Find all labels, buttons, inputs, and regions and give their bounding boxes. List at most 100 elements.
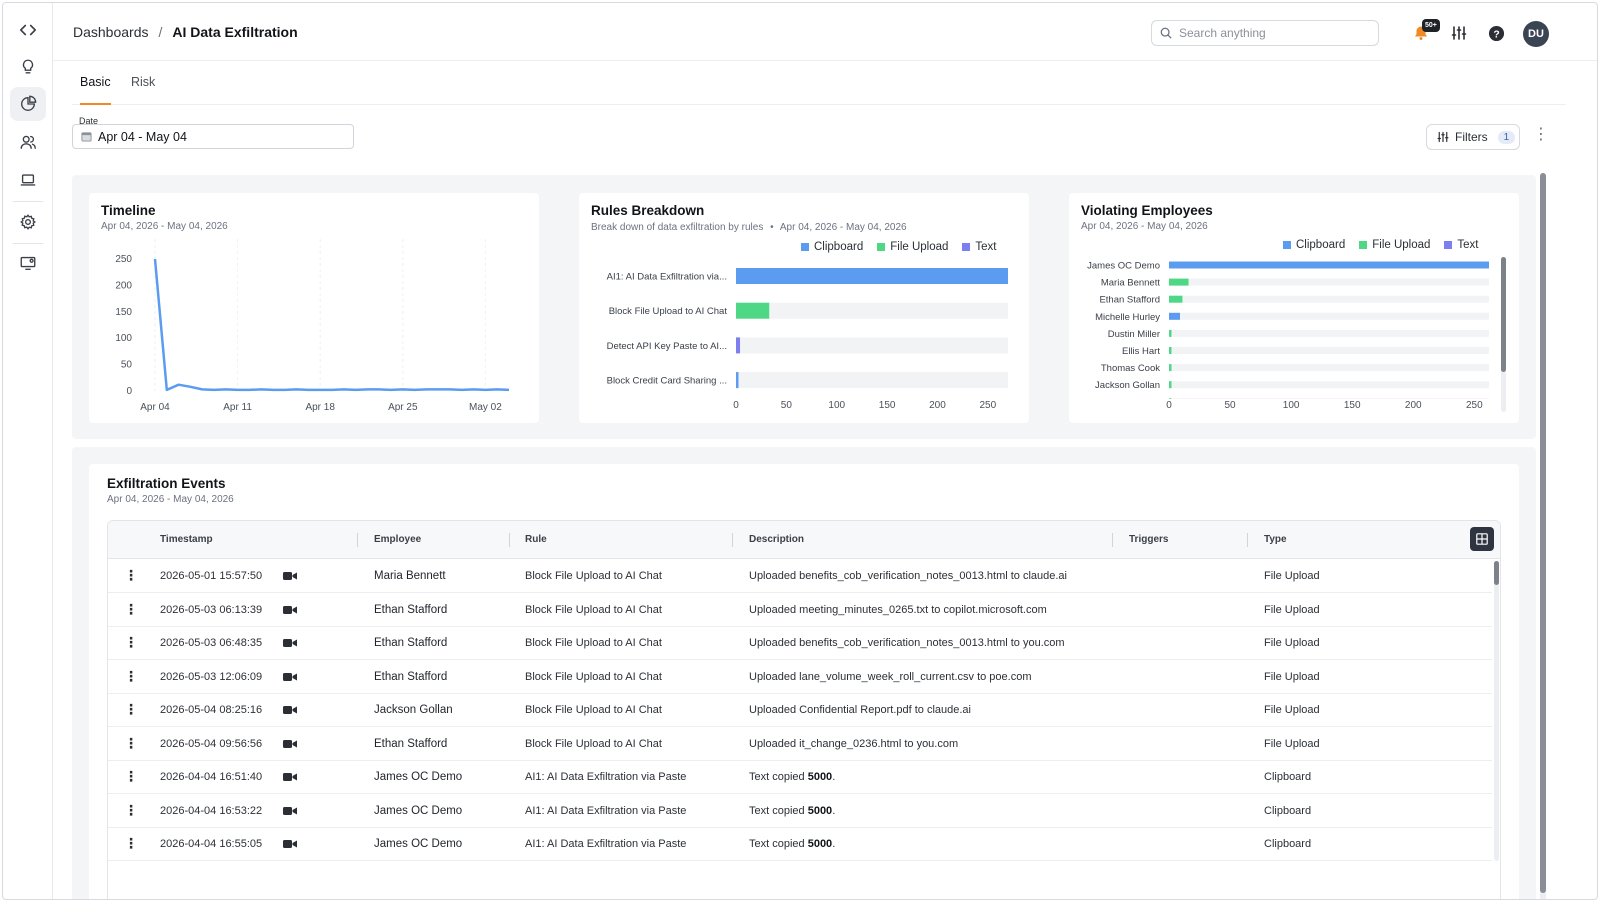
- row-actions-icon[interactable]: ⋮: [124, 702, 138, 716]
- row-actions-icon[interactable]: ⋮: [124, 635, 138, 649]
- bar-file-upload: [1169, 278, 1189, 286]
- user-avatar[interactable]: DU: [1523, 21, 1549, 47]
- tab-risk[interactable]: Risk: [131, 75, 155, 103]
- video-recording-icon[interactable]: [283, 605, 297, 615]
- column-header-description[interactable]: Description: [749, 534, 804, 545]
- table-row[interactable]: ⋮ 2026-05-03 12:06:09 Ethan Stafford Block …: [108, 661, 1492, 694]
- table-row[interactable]: ⋮ 2026-05-04 09:56:56 Ethan Stafford Block …: [108, 728, 1492, 761]
- row-actions-icon[interactable]: ⋮: [124, 568, 138, 582]
- table-row[interactable]: ⋮ 2026-04-04 16:53:22 James OC Demo AI1: AI…: [108, 795, 1492, 828]
- bar-clipboard: [1169, 312, 1180, 320]
- cell-employee[interactable]: James OC Demo: [374, 838, 462, 850]
- sidebar-item-devices[interactable]: [10, 163, 46, 197]
- breadcrumb-dashboards[interactable]: Dashboards: [73, 24, 149, 40]
- column-header-type[interactable]: Type: [1264, 534, 1287, 545]
- employees-scrollbar[interactable]: [1501, 257, 1506, 412]
- x-tick-label: 150: [1344, 400, 1361, 411]
- column-resize-handle[interactable]: [732, 533, 733, 547]
- sidebar-item-dashboards[interactable]: [10, 87, 46, 121]
- x-tick-label: 150: [879, 400, 896, 411]
- table-scrollbar-thumb[interactable]: [1494, 561, 1499, 585]
- cell-timestamp: 2026-05-03 06:48:35: [160, 637, 263, 649]
- events-title: Exfiltration Events: [107, 476, 226, 491]
- page-scrollbar-thumb[interactable]: [1540, 173, 1546, 893]
- cell-employee[interactable]: Ethan Stafford: [374, 671, 447, 683]
- video-recording-icon[interactable]: [283, 806, 297, 816]
- bar-file-upload: [1169, 364, 1172, 372]
- column-resize-handle[interactable]: [1112, 533, 1113, 547]
- date-range-picker[interactable]: Apr 04 - May 04: [72, 124, 354, 149]
- column-header-triggers[interactable]: Triggers: [1129, 534, 1168, 545]
- code-icon: [19, 24, 37, 36]
- help-button[interactable]: ?: [1486, 23, 1506, 43]
- table-row[interactable]: ⋮ 2026-05-03 06:13:39 Ethan Stafford Block …: [108, 594, 1492, 627]
- x-tick-label: 250: [980, 400, 997, 411]
- column-header-timestamp[interactable]: Timestamp: [160, 534, 213, 545]
- sidebar: [3, 3, 53, 899]
- row-actions-icon[interactable]: ⋮: [124, 803, 138, 817]
- column-header-rule[interactable]: Rule: [525, 534, 547, 545]
- video-recording-icon[interactable]: [283, 571, 297, 581]
- more-options-icon[interactable]: ⋮: [1533, 127, 1549, 143]
- search-box[interactable]: [1151, 20, 1379, 46]
- sidebar-item-code[interactable]: [10, 13, 46, 47]
- row-actions-icon[interactable]: ⋮: [124, 602, 138, 616]
- x-tick-label: 250: [1466, 400, 1483, 411]
- cell-type: File Upload: [1264, 704, 1320, 716]
- timeline-y-tick-label: 150: [115, 307, 132, 318]
- cell-timestamp: 2026-05-01 15:57:50: [160, 570, 263, 582]
- table-row[interactable]: ⋮ 2026-04-04 16:51:40 James OC Demo AI1: AI…: [108, 761, 1492, 794]
- row-actions-icon[interactable]: ⋮: [124, 669, 138, 683]
- column-resize-handle[interactable]: [509, 533, 510, 547]
- column-settings-button[interactable]: [1470, 527, 1494, 551]
- cell-employee[interactable]: James OC Demo: [374, 805, 462, 817]
- video-recording-icon[interactable]: [283, 772, 297, 782]
- table-row[interactable]: ⋮ 2026-05-03 06:48:35 Ethan Stafford Block …: [108, 627, 1492, 660]
- table-scrollbar[interactable]: [1494, 561, 1499, 861]
- video-recording-icon[interactable]: [283, 672, 297, 682]
- cell-employee[interactable]: Jackson Gollan: [374, 704, 453, 716]
- date-range-value: Apr 04 - May 04: [98, 129, 187, 144]
- sidebar-item-insights[interactable]: [10, 50, 46, 84]
- row-actions-icon[interactable]: ⋮: [124, 736, 138, 750]
- cell-rule: Block File Upload to AI Chat: [525, 603, 662, 616]
- cell-employee[interactable]: Ethan Stafford: [374, 637, 447, 649]
- employees-scrollbar-thumb[interactable]: [1501, 257, 1506, 372]
- video-recording-icon[interactable]: [283, 705, 297, 715]
- table-row[interactable]: ⋮ 2026-05-04 08:25:16 Jackson Gollan Block …: [108, 694, 1492, 727]
- cell-rule: Block File Upload to AI Chat: [525, 670, 662, 683]
- video-recording-icon[interactable]: [283, 739, 297, 749]
- preferences-button[interactable]: [1449, 23, 1469, 43]
- search-input[interactable]: [1179, 26, 1369, 40]
- cell-employee[interactable]: Ethan Stafford: [374, 738, 447, 750]
- row-actions-icon[interactable]: ⋮: [124, 769, 138, 783]
- cell-employee[interactable]: Maria Bennett: [374, 570, 446, 582]
- filters-button[interactable]: Filters 1: [1426, 124, 1520, 150]
- column-header-employee[interactable]: Employee: [374, 534, 421, 545]
- sidebar-item-users[interactable]: [10, 125, 46, 159]
- row-actions-icon[interactable]: ⋮: [124, 836, 138, 850]
- cell-rule: Block File Upload to AI Chat: [525, 704, 662, 716]
- cell-rule: AI1: AI Data Exfiltration via Paste: [525, 771, 687, 783]
- rules-breakdown-chart: AI1: AI Data Exfiltration via... Block Fi…: [607, 268, 1008, 411]
- column-resize-handle[interactable]: [357, 533, 358, 547]
- tab-basic[interactable]: Basic: [80, 75, 111, 105]
- sidebar-item-monitoring[interactable]: [10, 246, 46, 280]
- page-scrollbar[interactable]: [1540, 173, 1546, 899]
- cell-timestamp: 2026-05-03 06:13:39: [160, 603, 263, 616]
- timeline-y-tick-label: 200: [115, 280, 132, 291]
- sidebar-item-settings[interactable]: [10, 205, 46, 239]
- category-label: Block Credit Card Sharing ...: [607, 376, 727, 387]
- video-recording-icon[interactable]: [283, 638, 297, 648]
- video-recording-icon[interactable]: [283, 839, 297, 849]
- category-label: Thomas Cook: [1101, 363, 1160, 374]
- x-tick-label: 50: [1225, 400, 1237, 411]
- category-label: James OC Demo: [1087, 261, 1160, 272]
- table-header: Timestamp Employee Rule Description Trig…: [108, 521, 1500, 559]
- table-row[interactable]: ⋮ 2026-05-01 15:57:50 Maria Bennett Block F…: [108, 560, 1492, 593]
- cell-employee[interactable]: Ethan Stafford: [374, 604, 447, 616]
- cell-employee[interactable]: James OC Demo: [374, 771, 462, 783]
- column-resize-handle[interactable]: [1247, 533, 1248, 547]
- table-row[interactable]: ⋮ 2026-04-04 16:55:05 James OC Demo AI1: AI…: [108, 828, 1492, 861]
- description-tail: .: [832, 804, 836, 817]
